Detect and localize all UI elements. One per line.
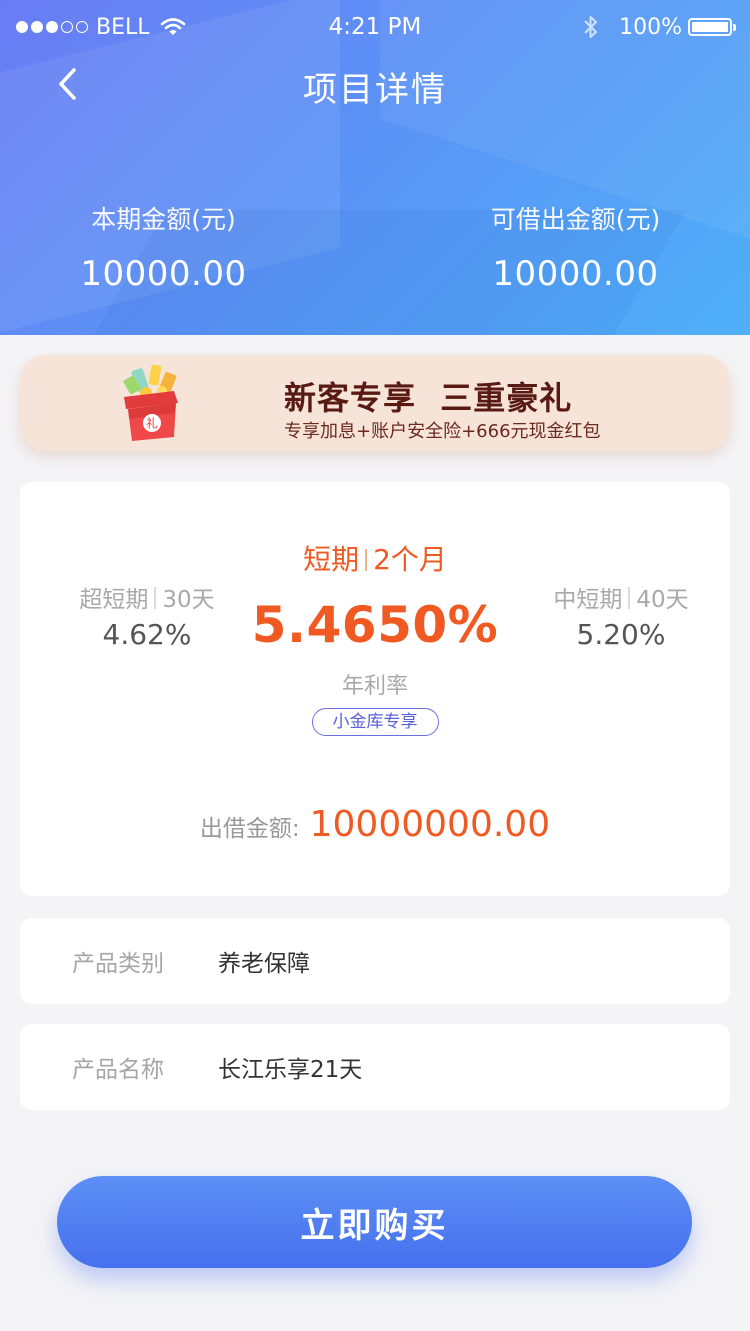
promo-banner[interactable]: 礼 新客专享 三重豪礼 专享加息+账户安全险+666元现金红包	[20, 355, 730, 451]
lend-amount-label: 出借金额:	[199, 816, 300, 842]
status-bar-right: 100%	[583, 10, 736, 44]
page-title: 项目详情	[303, 70, 447, 110]
rate-card: 短期 2个月 超短期 30天 4.62% 中短期 40天 5.20% 5.4650% …	[20, 482, 730, 896]
battery-icon	[688, 18, 732, 36]
svg-text:礼: 礼	[146, 416, 158, 431]
annual-rate-label: 年利率	[341, 674, 408, 699]
available-amount-value: 10000.00	[492, 254, 659, 294]
buy-now-button[interactable]: 立即购买	[57, 1176, 692, 1268]
current-term: 短期 2个月	[20, 538, 730, 578]
current-term-name: 短期	[303, 543, 360, 576]
current-amount-label: 本期金额(元)	[91, 205, 236, 234]
info-row-name: 产品名称 长江乐享21天	[20, 1024, 730, 1110]
current-amount: 本期金额(元) 10000.00	[0, 200, 351, 294]
promo-title-part1: 新客专享	[284, 379, 417, 417]
current-amount-value: 10000.00	[80, 254, 247, 294]
available-amount: 可借出金额(元) 10000.00	[388, 200, 750, 294]
lend-amount-value: 10000000.00	[309, 804, 551, 845]
lend-amount-row: 出借金额: 10000000.00	[20, 804, 730, 845]
header: BELL 4:21 PM 100% 项目详情 本期金额(元) 10000.00 …	[0, 0, 750, 335]
promo-title-part2: 三重豪礼	[440, 379, 573, 417]
product-name-label: 产品名称	[72, 1057, 164, 1083]
promo-subtitle: 专享加息+账户安全险+666元现金红包	[284, 421, 601, 442]
promo-title: 新客专享 三重豪礼	[284, 373, 572, 419]
available-amount-label: 可借出金额(元)	[490, 205, 661, 234]
bluetooth-icon	[584, 16, 598, 38]
current-term-length: 2个月	[373, 543, 447, 576]
exclusive-badge: 小金库专享	[311, 708, 439, 736]
annual-rate-value: 5.4650%	[251, 596, 499, 654]
battery-percent: 100%	[619, 14, 682, 40]
product-category-label: 产品类别	[72, 951, 164, 977]
product-name-value: 长江乐享21天	[218, 1057, 363, 1083]
product-category-value: 养老保障	[218, 951, 310, 977]
gift-box-icon: 礼	[123, 364, 178, 441]
info-row-category: 产品类别 养老保障	[20, 918, 730, 1004]
